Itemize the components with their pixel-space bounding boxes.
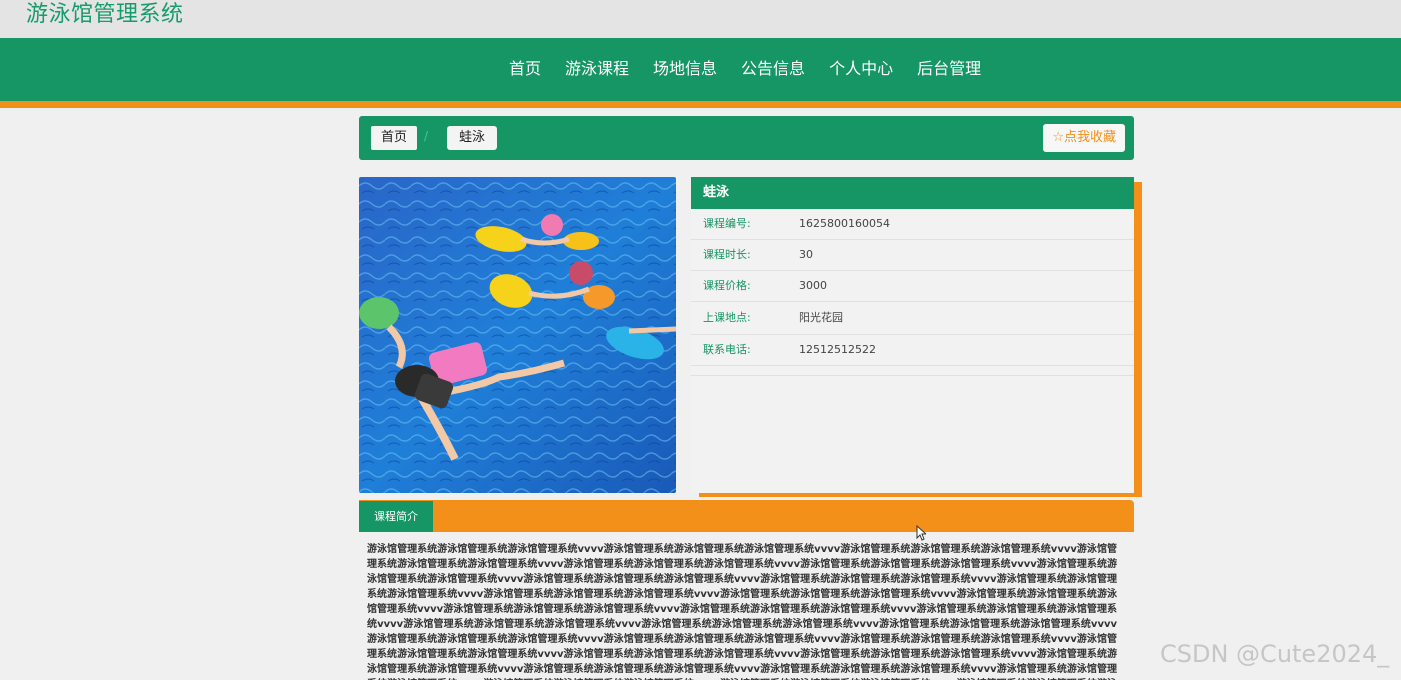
course-name-heading: 蛙泳	[691, 177, 1134, 209]
info-row-empty	[691, 366, 1134, 376]
field-label: 联系电话:	[703, 343, 751, 356]
field-value: 1625800160054	[799, 217, 890, 230]
field-value: 12512512522	[799, 343, 876, 356]
nav-item-swim-courses[interactable]: 游泳课程	[565, 55, 629, 79]
nav-item-admin[interactable]: 后台管理	[917, 55, 981, 79]
info-row-phone: 联系电话: 12512512522	[691, 335, 1134, 366]
field-label: 上课地点:	[703, 311, 751, 324]
field-value: 阳光花园	[799, 311, 843, 324]
breadcrumb-current[interactable]: 蛙泳	[447, 126, 498, 150]
nav-item-personal-center[interactable]: 个人中心	[829, 55, 893, 79]
favorite-button[interactable]: ☆点我收藏	[1043, 124, 1125, 152]
field-label: 课程价格:	[703, 279, 751, 292]
course-info-panel: 蛙泳 课程编号: 1625800160054 课程时长: 30 课程价格: 30…	[691, 177, 1134, 493]
field-label: 课程时长:	[703, 248, 751, 261]
field-value: 30	[799, 248, 813, 261]
breadcrumb: 首页 / 蛙泳 ☆点我收藏	[359, 116, 1134, 160]
field-value: 3000	[799, 279, 827, 292]
course-photo	[359, 177, 676, 493]
breadcrumb-separator: /	[424, 129, 429, 143]
info-row-duration: 课程时长: 30	[691, 240, 1134, 271]
info-row-location: 上课地点: 阳光花园	[691, 302, 1134, 335]
mouse-pointer-icon	[916, 525, 926, 541]
info-row-price: 课程价格: 3000	[691, 271, 1134, 302]
site-title: 游泳馆管理系统	[26, 2, 184, 27]
nav-item-home[interactable]: 首页	[509, 55, 541, 79]
navbar-accent-stripe	[0, 101, 1401, 108]
course-intro-text: 游泳馆管理系统游泳馆管理系统游泳馆管理系统vvvv游泳馆管理系统游泳馆管理系统游…	[367, 544, 1117, 680]
field-label: 课程编号:	[703, 217, 751, 230]
csdn-watermark: CSDN @Cute2024_	[1160, 640, 1390, 668]
info-row-course-id: 课程编号: 1625800160054	[691, 209, 1134, 240]
breadcrumb-home-link[interactable]: 首页	[371, 126, 418, 150]
pool-swimmers-image	[359, 177, 676, 493]
tab-course-intro[interactable]: 课程简介	[359, 501, 433, 532]
nav-item-venue-info[interactable]: 场地信息	[653, 55, 717, 79]
nav-menu: 首页 游泳课程 场地信息 公告信息 个人中心 后台管理	[497, 38, 993, 96]
intro-tab-bar: 课程简介	[359, 500, 1134, 532]
top-header: 游泳馆管理系统	[0, 0, 1401, 38]
nav-item-announcements[interactable]: 公告信息	[741, 55, 805, 79]
